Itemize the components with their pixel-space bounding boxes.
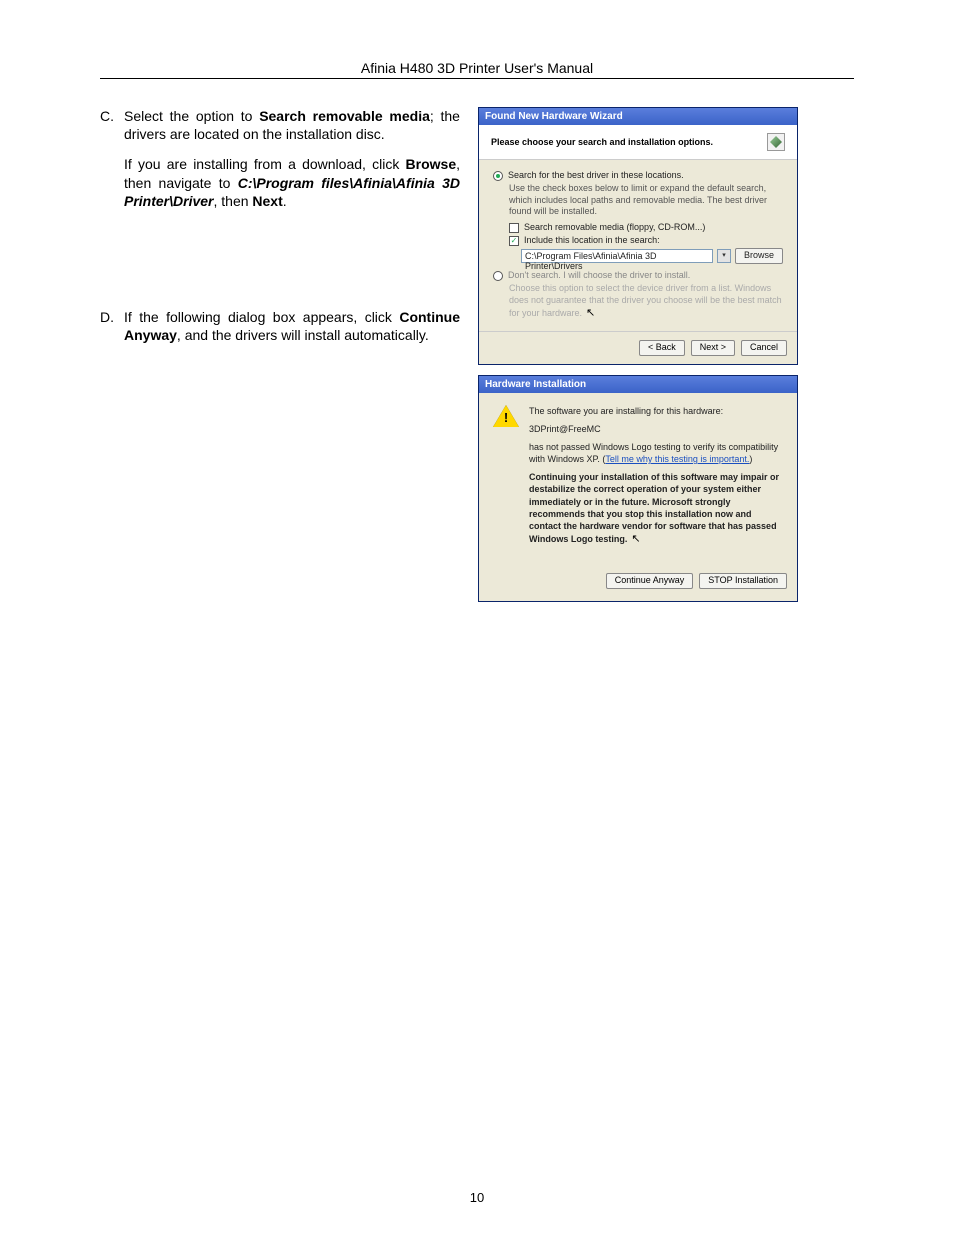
back-button[interactable]: < Back xyxy=(639,340,685,356)
radio-search-best-label: Search for the best driver in these loca… xyxy=(508,170,783,180)
checkbox-include-location[interactable]: ✓ Include this location in the search: xyxy=(509,235,783,246)
hardware-install-title: Hardware Installation xyxy=(479,376,797,393)
step-c-text-2a: If you are installing from a download, c… xyxy=(124,156,406,172)
radio-selected-icon xyxy=(493,171,503,181)
hw-link[interactable]: Tell me why this testing is important. xyxy=(605,454,749,464)
checkbox-unchecked-icon xyxy=(509,223,519,233)
hw-line3b: ) xyxy=(749,454,752,464)
step-c-letter: C. xyxy=(100,107,124,222)
wizard-icon xyxy=(767,133,785,151)
page-header: Afinia H480 3D Printer User's Manual xyxy=(100,60,854,79)
checkbox-removable[interactable]: Search removable media (floppy, CD-ROM..… xyxy=(509,222,783,233)
warning-icon: ! xyxy=(493,405,519,427)
hw-warning: Continuing your installation of this sof… xyxy=(529,471,783,547)
cancel-button[interactable]: Cancel xyxy=(741,340,787,356)
step-d-text-1c: , and the drivers will install automatic… xyxy=(177,327,429,343)
radio-search-best[interactable]: Search for the best driver in these loca… xyxy=(493,170,783,181)
wizard-title: Found New Hardware Wizard xyxy=(479,108,797,125)
wizard-heading-row: Please choose your search and installati… xyxy=(479,125,797,160)
next-button[interactable]: Next > xyxy=(691,340,735,356)
step-c-text-1a: Select the option to xyxy=(124,108,259,124)
radio-dont-search-label: Don't search. I will choose the driver t… xyxy=(508,270,783,280)
step-d-text-1a: If the following dialog box appears, cli… xyxy=(124,309,399,325)
wizard-heading: Please choose your search and installati… xyxy=(491,137,713,147)
radio-unselected-icon xyxy=(493,271,503,281)
checkbox-include-location-label: Include this location in the search: xyxy=(524,235,783,245)
step-d-letter: D. xyxy=(100,308,124,356)
radio-dont-search[interactable]: Don't search. I will choose the driver t… xyxy=(493,270,783,281)
hardware-install-dialog: Hardware Installation ! The software you… xyxy=(478,375,798,602)
wizard-dialog: Found New Hardware Wizard Please choose … xyxy=(478,107,798,365)
cursor-icon: ↖ xyxy=(586,306,595,320)
continue-anyway-button[interactable]: Continue Anyway xyxy=(606,573,694,589)
hw-line2: 3DPrint@FreeMC xyxy=(529,423,783,435)
checkbox-checked-icon: ✓ xyxy=(509,236,519,246)
step-c-text-2f: Next xyxy=(252,193,282,209)
page-number: 10 xyxy=(0,1190,954,1205)
step-c: C. Select the option to Search removable… xyxy=(100,107,460,222)
path-input[interactable]: C:\Program Files\Afinia\Afinia 3D Printe… xyxy=(521,249,713,263)
dropdown-arrow-icon[interactable]: ▾ xyxy=(717,249,731,263)
radio-search-best-desc: Use the check boxes below to limit or ex… xyxy=(509,183,783,218)
step-c-text-1b: Search removable media xyxy=(259,108,430,124)
browse-button[interactable]: Browse xyxy=(735,248,783,264)
stop-installation-button[interactable]: STOP Installation xyxy=(699,573,787,589)
hw-line1: The software you are installing for this… xyxy=(529,405,783,417)
step-c-text-2e: , then xyxy=(213,193,252,209)
radio-dont-search-desc: Choose this option to select the device … xyxy=(509,283,783,321)
step-c-text-2g: . xyxy=(283,193,287,209)
checkbox-removable-label: Search removable media (floppy, CD-ROM..… xyxy=(524,222,783,232)
cursor-icon: ↖ xyxy=(631,532,640,547)
step-d: D. If the following dialog box appears, … xyxy=(100,308,460,356)
step-c-text-2b: Browse xyxy=(406,156,457,172)
